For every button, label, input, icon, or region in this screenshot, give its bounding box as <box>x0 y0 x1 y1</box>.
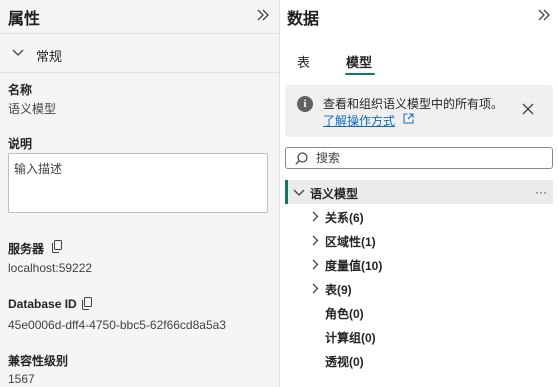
tree-item-label: 透视(0) <box>325 355 364 369</box>
tab-tables[interactable]: 表 <box>297 52 310 71</box>
tree-item-label: 计算组(0) <box>325 331 376 345</box>
tree-item[interactable]: 区域性(1) <box>285 228 553 252</box>
close-icon[interactable] <box>521 102 535 116</box>
info-text: 查看和组织语义模型中的所有项。 <box>323 97 504 111</box>
server-value: localhost:59222 <box>8 261 93 275</box>
compat-level-value: 1567 <box>8 372 35 386</box>
info-icon: i <box>297 96 313 112</box>
more-icon[interactable]: ··· <box>535 185 547 199</box>
chevron-right-icon <box>312 211 319 222</box>
properties-title: 属性 <box>8 11 41 28</box>
data-title: 数据 <box>287 11 320 28</box>
chevron-down-icon <box>293 189 305 196</box>
tree-item[interactable]: 角色(0) <box>285 300 553 324</box>
chevron-right-icon <box>312 283 319 294</box>
description-label: 说明 <box>8 137 33 151</box>
section-general-label: 常规 <box>36 49 63 64</box>
section-general-toggle[interactable]: 常规 <box>0 34 280 72</box>
tree-item-label: 区域性(1) <box>325 235 376 249</box>
data-pane: 数据 表 模型 i 查看和组织语义模型中的所有项。 了解操作方式 语义模型 ··… <box>281 0 558 387</box>
tree-root-label: 语义模型 <box>310 187 359 201</box>
info-banner: i 查看和组织语义模型中的所有项。 了解操作方式 <box>285 85 553 137</box>
properties-header: 属性 <box>0 0 280 32</box>
name-label: 名称 <box>8 83 33 97</box>
tab-model[interactable]: 模型 <box>346 52 372 71</box>
tree-item-label: 角色(0) <box>325 307 364 321</box>
database-id-label: Database ID <box>8 297 77 311</box>
search-box <box>285 147 553 169</box>
divider <box>0 72 280 73</box>
copy-server-icon[interactable] <box>51 240 63 253</box>
collapse-properties-icon[interactable] <box>254 6 272 24</box>
chevron-right-icon <box>312 235 319 246</box>
search-input[interactable] <box>316 150 546 166</box>
chevron-right-icon <box>312 259 319 270</box>
copy-database-id-icon[interactable] <box>81 297 93 310</box>
active-tab-indicator <box>345 73 375 75</box>
compat-level-label: 兼容性级别 <box>8 354 69 368</box>
name-value: 语义模型 <box>8 102 57 116</box>
server-label: 服务器 <box>8 242 45 256</box>
tree-root-semantic-model[interactable]: 语义模型 ··· <box>285 180 553 204</box>
description-input[interactable]: 输入描述 <box>8 153 268 213</box>
tree-item-label: 表(9) <box>325 283 352 297</box>
tree-item[interactable]: 透视(0) <box>285 348 553 372</box>
tree-item[interactable]: 度量值(10) <box>285 252 553 276</box>
properties-pane: 属性 常规 名称 语义模型 说明 输入描述 服务器 localhost:5922… <box>0 0 280 387</box>
selection-accent <box>285 180 288 204</box>
tree-item[interactable]: 关系(6) <box>285 204 553 228</box>
search-icon <box>295 152 308 165</box>
tree-item[interactable]: 计算组(0) <box>285 324 553 348</box>
collapse-data-icon[interactable] <box>535 6 553 24</box>
external-link-icon <box>403 113 414 124</box>
tree-item-label: 关系(6) <box>325 211 364 225</box>
database-id-value: 45e0006d-dff4-4750-bbc5-62f66cd8a5a3 <box>8 318 226 332</box>
tree-item[interactable]: 表(9) <box>285 276 553 300</box>
chevron-down-icon <box>12 49 24 56</box>
tree-item-label: 度量值(10) <box>325 259 383 273</box>
learn-how-link[interactable]: 了解操作方式 <box>323 112 395 129</box>
